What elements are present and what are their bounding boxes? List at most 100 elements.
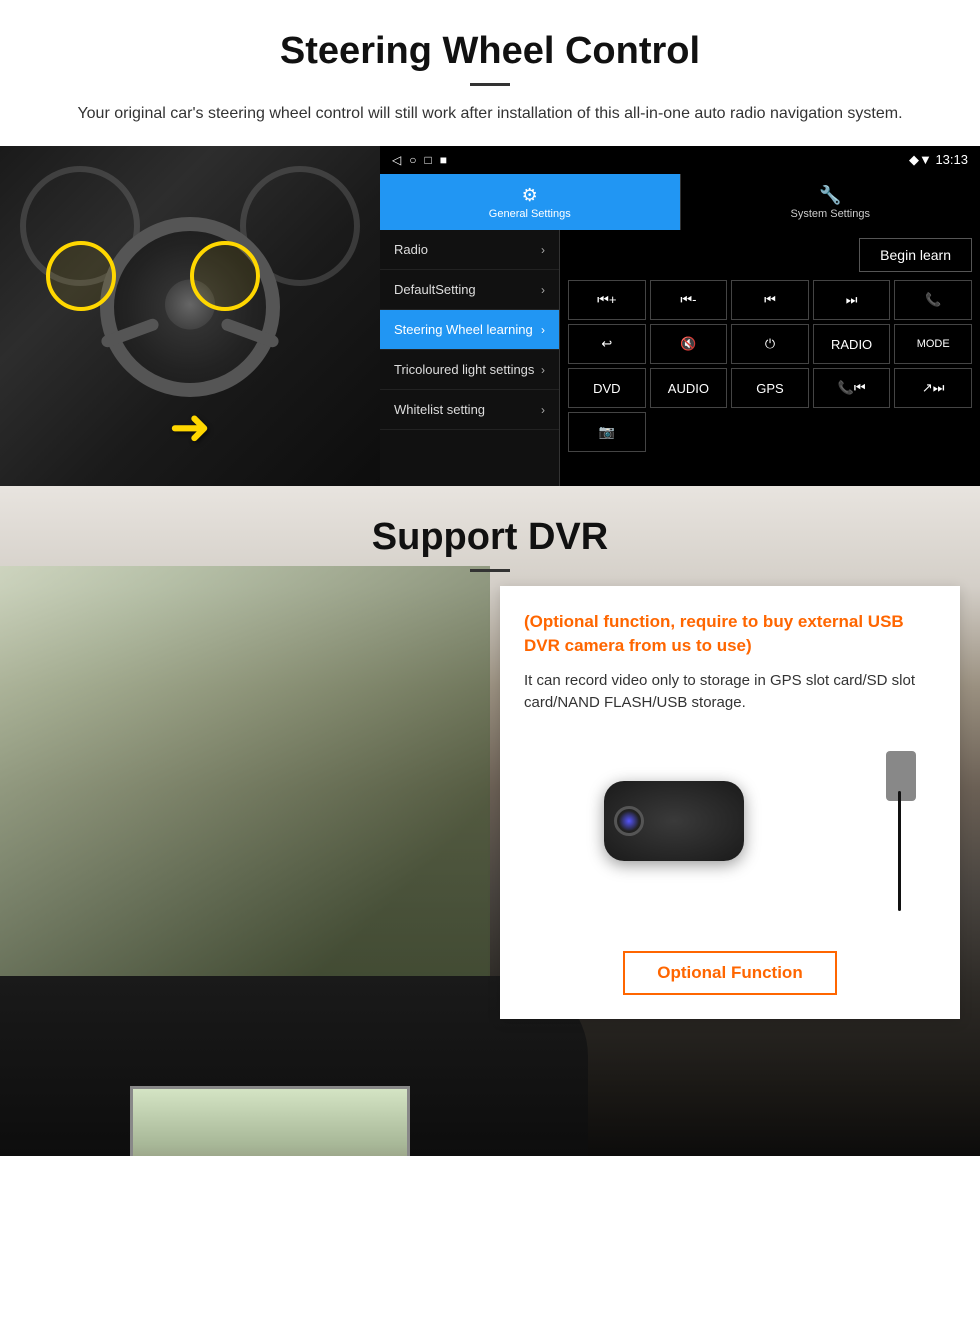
menu-item-defaultsetting[interactable]: DefaultSetting ›: [380, 270, 559, 310]
dvr-info-card: (Optional function, require to buy exter…: [500, 586, 960, 1019]
back-icon: ◁: [392, 153, 401, 167]
phone-icon: 📞: [925, 292, 941, 308]
ctrl-power[interactable]: ⏻: [731, 324, 809, 364]
yellow-arrow-icon: ➜: [169, 398, 211, 456]
steering-wheel-ring: [100, 217, 280, 397]
ctrl-back[interactable]: ↩: [568, 324, 646, 364]
mode-label: MODE: [917, 338, 950, 350]
audio-label: AUDIO: [668, 381, 709, 396]
next-track-icon: ⏭: [846, 292, 858, 308]
ctrl-next-track[interactable]: ⏭: [813, 280, 891, 320]
chevron-tricoloured-icon: ›: [541, 363, 545, 377]
ctrl-dvd[interactable]: DVD: [568, 368, 646, 408]
ctrl-grid-row4: 📷: [568, 412, 972, 452]
dvr-preview-content: [133, 1089, 407, 1156]
radio-label: RADIO: [831, 337, 872, 352]
usb-plug-icon: [886, 751, 916, 801]
ctrl-mute[interactable]: 🔇: [650, 324, 728, 364]
section2-title: Support DVR: [40, 516, 940, 559]
ctrl-phone[interactable]: 📞: [894, 280, 972, 320]
ctrl-phone-next[interactable]: ↗⏭: [894, 368, 972, 408]
prev-track-icon: ⏮: [764, 292, 776, 308]
dvr-camera-illustration: [524, 731, 936, 931]
chevron-whitelist-icon: ›: [541, 403, 545, 417]
clock: 13:13: [935, 152, 968, 167]
section1-steering-wheel: Steering Wheel Control Your original car…: [0, 0, 980, 126]
vol-down-icon: ⏮-: [680, 292, 696, 308]
highlight-circle-right: [190, 241, 260, 311]
ctrl-vol-up[interactable]: ⏮+: [568, 280, 646, 320]
dvd-label: DVD: [593, 381, 620, 396]
recent-icon: □: [424, 153, 431, 167]
menu-item-whitelist-label: Whitelist setting: [394, 402, 485, 417]
ctrl-grid-row3: DVD AUDIO GPS 📞⏮ ↗⏭: [568, 368, 972, 408]
section2-dvr: Support DVR (Optional function, require …: [0, 486, 980, 1156]
chevron-radio-icon: ›: [541, 243, 545, 257]
android-ui: ◁ ○ □ ■ ◆▼ 13:13 ⚙ General Settings 🔧 Sy…: [380, 146, 980, 486]
section2-title-area: Support DVR: [0, 486, 980, 592]
menu-item-steering-wheel-learning[interactable]: Steering Wheel learning ›: [380, 310, 559, 350]
ctrl-prev-track[interactable]: ⏮: [731, 280, 809, 320]
chevron-swl-icon: ›: [541, 323, 545, 337]
dvr-preview-thumbnail: [130, 1086, 410, 1156]
menu-item-tricoloured-label: Tricoloured light settings: [394, 362, 534, 377]
android-content: Radio › DefaultSetting › Steering Wheel …: [380, 230, 980, 486]
tab-system-label: System Settings: [791, 208, 870, 220]
section1-title: Steering Wheel Control: [40, 30, 940, 73]
optional-btn-container: Optional Function: [524, 931, 936, 995]
phone-next-icon: ↗⏭: [922, 380, 945, 396]
tab-system-settings[interactable]: 🔧 System Settings: [680, 174, 980, 230]
ctrl-audio[interactable]: AUDIO: [650, 368, 728, 408]
ctrl-grid-row2: ↩ 🔇 ⏻ RADIO MODE: [568, 324, 972, 364]
home-icon: ○: [409, 153, 416, 167]
begin-learn-row: Begin learn: [568, 238, 972, 272]
dvr-camera-lens: [614, 806, 644, 836]
android-tabs: ⚙ General Settings 🔧 System Settings: [380, 174, 980, 230]
vol-up-icon: ⏮+: [597, 292, 616, 308]
dvr-body-text: It can record video only to storage in G…: [524, 670, 936, 715]
highlight-circle-left: [46, 241, 116, 311]
menu-icon: ■: [440, 153, 447, 167]
system-icon: 🔧: [819, 185, 841, 206]
section1-subtitle: Your original car's steering wheel contr…: [60, 102, 920, 126]
mute-icon: 🔇: [680, 336, 696, 352]
swc-composite: ➜ ◁ ○ □ ■ ◆▼ 13:13 ⚙ General Settings 🔧: [0, 146, 980, 486]
ctrl-radio[interactable]: RADIO: [813, 324, 891, 364]
ctrl-phone-prev[interactable]: 📞⏮: [813, 368, 891, 408]
steering-wheel-photo: ➜: [0, 146, 380, 486]
chevron-default-icon: ›: [541, 283, 545, 297]
menu-item-swl-label: Steering Wheel learning: [394, 322, 533, 337]
android-control-panel: Begin learn ⏮+ ⏮- ⏮ ⏭ 📞 ↩ 🔇 ⏻ RADIO MODE: [560, 230, 980, 486]
phone-prev-icon: 📞⏮: [838, 380, 866, 396]
menu-item-radio-label: Radio: [394, 242, 428, 257]
gps-label: GPS: [756, 381, 783, 396]
status-bar-right: ◆▼ 13:13: [909, 152, 968, 168]
ctrl-grid-row1: ⏮+ ⏮- ⏮ ⏭ 📞: [568, 280, 972, 320]
menu-item-whitelist[interactable]: Whitelist setting ›: [380, 390, 559, 430]
signal-icon: ◆▼: [909, 152, 932, 167]
ctrl-camera[interactable]: 📷: [568, 412, 646, 452]
dvr-optional-text: (Optional function, require to buy exter…: [524, 610, 936, 658]
begin-learn-button[interactable]: Begin learn: [859, 238, 972, 272]
back-btn-icon: ↩: [601, 336, 612, 352]
tab-general-label: General Settings: [489, 208, 571, 220]
status-bar-left: ◁ ○ □ ■: [392, 153, 447, 167]
ctrl-mode[interactable]: MODE: [894, 324, 972, 364]
street-overlay: [0, 566, 490, 986]
power-icon: ⏻: [765, 336, 775, 352]
ctrl-vol-down[interactable]: ⏮-: [650, 280, 728, 320]
android-status-bar: ◁ ○ □ ■ ◆▼ 13:13: [380, 146, 980, 174]
optional-function-button[interactable]: Optional Function: [623, 951, 836, 995]
dvr-usb-cable: [716, 751, 916, 911]
menu-item-radio[interactable]: Radio ›: [380, 230, 559, 270]
menu-item-tricoloured[interactable]: Tricoloured light settings ›: [380, 350, 559, 390]
camera-icon: 📷: [599, 424, 615, 440]
menu-item-defaultsetting-label: DefaultSetting: [394, 282, 476, 297]
cable-line: [898, 791, 901, 911]
tab-general-settings[interactable]: ⚙ General Settings: [380, 174, 680, 230]
ctrl-gps[interactable]: GPS: [731, 368, 809, 408]
section1-divider: [470, 83, 510, 86]
settings-gear-icon: ⚙: [522, 185, 538, 206]
section2-divider: [470, 569, 510, 572]
android-menu-list: Radio › DefaultSetting › Steering Wheel …: [380, 230, 560, 486]
